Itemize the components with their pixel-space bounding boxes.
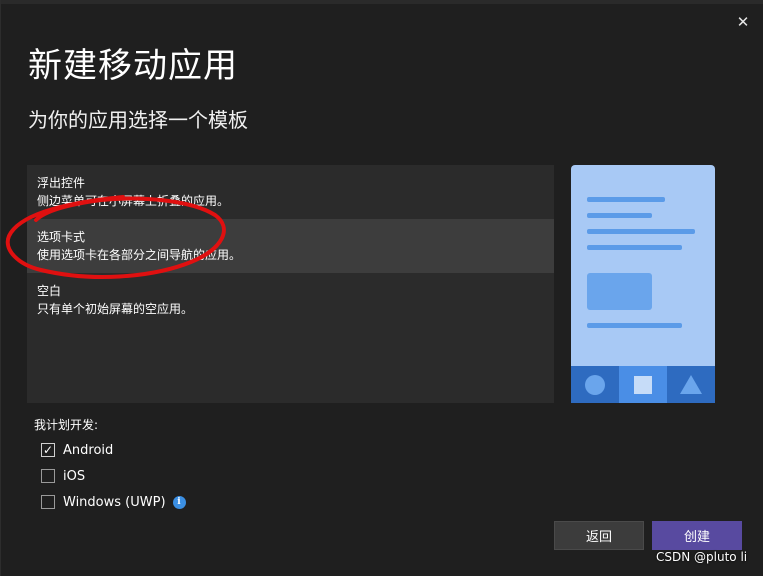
info-icon[interactable]: i [172,495,186,509]
platform-label: Android [63,442,114,458]
platform-ios-checkbox[interactable]: iOS [41,466,85,486]
triangle-icon [680,375,702,394]
circle-icon [585,374,605,395]
checkbox[interactable] [41,469,55,483]
create-button[interactable]: 创建 [652,521,742,550]
template-preview [571,165,715,403]
template-item-flyout[interactable]: 浮出控件 侧边菜单可在小屏幕上折叠的应用。 [27,165,554,219]
back-button[interactable]: 返回 [554,521,644,550]
platform-android-checkbox[interactable]: ✓ Android [41,440,113,460]
preview-text-line [587,323,682,328]
preview-text-line [587,197,665,202]
square-icon [634,375,652,394]
template-description: 使用选项卡在各部分之间导航的应用。 [37,248,242,262]
checkbox[interactable]: ✓ [41,443,55,457]
preview-text-line [587,229,695,234]
platform-label: iOS [63,468,86,484]
preview-text-line [587,245,682,250]
checkbox[interactable] [41,495,55,509]
template-item-tabbed[interactable]: 选项卡式 使用选项卡在各部分之间导航的应用。 [27,219,554,273]
new-mobile-app-dialog: ✕ 新建移动应用 为你的应用选择一个模板 浮出控件 侧边菜单可在小屏幕上折叠的应… [0,0,763,576]
close-button[interactable]: ✕ [731,10,755,34]
template-name: 浮出控件 [37,176,86,190]
preview-text-line [587,213,652,218]
template-description: 侧边菜单可在小屏幕上折叠的应用。 [37,194,230,208]
template-item-blank[interactable]: 空白 只有单个初始屏幕的空应用。 [27,273,554,327]
platforms-label: 我计划开发: [34,418,99,432]
template-list: 浮出控件 侧边菜单可在小屏幕上折叠的应用。 选项卡式 使用选项卡在各部分之间导航… [27,165,554,403]
preview-tab-bar [571,366,715,403]
dialog-subtitle: 为你的应用选择一个模板 [28,108,248,132]
watermark: CSDN @pluto li [656,550,748,564]
platform-uwp-checkbox[interactable]: Windows (UWP) i [41,492,186,512]
preview-card [587,273,652,310]
template-description: 只有单个初始屏幕的空应用。 [37,302,194,316]
checkmark-icon: ✓ [42,443,54,457]
preview-tab [667,366,715,403]
preview-tab-active [619,366,667,403]
preview-tab [571,366,619,403]
title-bar-strip [1,0,763,4]
template-name: 空白 [37,284,62,298]
template-name: 选项卡式 [37,230,86,244]
close-icon: ✕ [736,13,750,31]
platform-label: Windows (UWP) [63,494,166,510]
dialog-title: 新建移动应用 [28,46,238,86]
